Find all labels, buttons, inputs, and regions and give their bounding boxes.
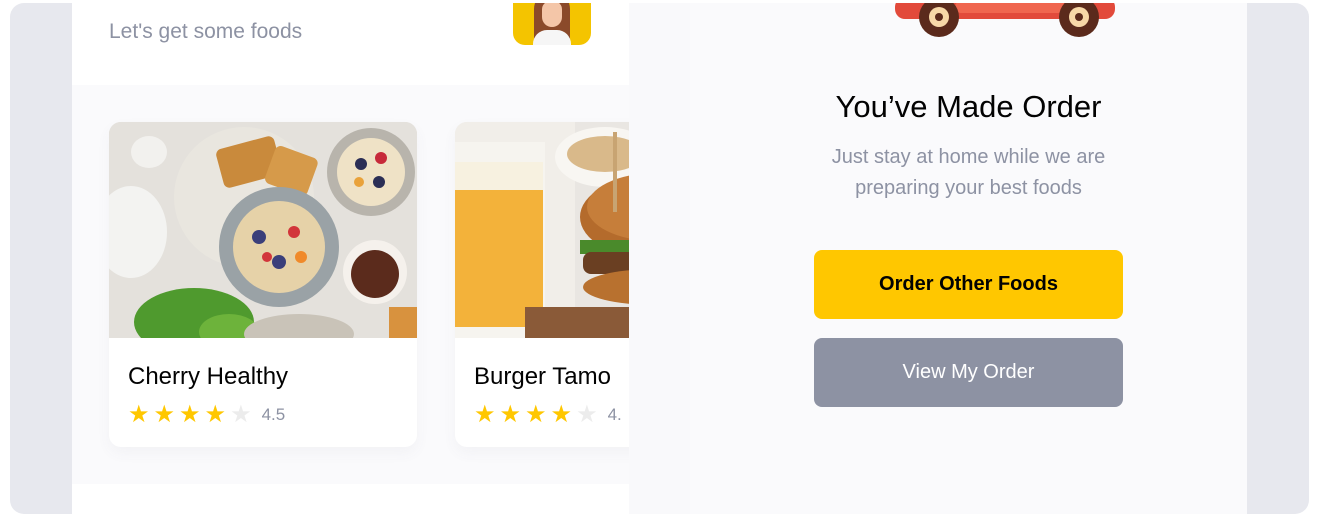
food-image-healthy-bowls [109,122,417,338]
order-success-screen: You’ve Made Order Just stay at home whil… [690,3,1247,514]
avatar-shirt [533,30,571,45]
rating-stars: ★ ★ ★ ★ ★ 4. [474,401,622,429]
star-filled-icon: ★ [499,401,522,428]
food-image-burger-beer [455,122,629,338]
food-card-burger[interactable]: Burger Tamo ★ ★ ★ ★ ★ 4. [455,122,629,447]
star-filled-icon: ★ [525,401,547,428]
delivery-scooter-illustration [895,3,1115,41]
order-success-screen-bg: You’ve Made Order Just stay at home whil… [629,3,1247,514]
star-empty-icon: ★ [576,401,598,428]
avatar-face [542,3,562,27]
order-other-foods-button[interactable]: Order Other Foods [814,250,1123,319]
header-subtitle: Let's get some foods [109,20,303,43]
rating-stars: ★ ★ ★ ★ ★ 4.5 [128,401,285,429]
star-filled-icon: ★ [153,401,176,428]
user-avatar[interactable] [513,3,591,45]
star-filled-icon: ★ [204,401,227,428]
star-filled-icon: ★ [550,401,573,428]
rating-value: 4. [607,405,622,424]
star-filled-icon: ★ [474,401,496,428]
order-message: Just stay at home while we are preparing… [831,146,1106,199]
canvas-frame: Let's get some foods Cherry Healthy ★ ★ … [10,3,1309,514]
star-empty-icon: ★ [230,401,252,428]
star-filled-icon: ★ [179,401,201,428]
home-header: Let's get some foods [72,3,629,85]
home-bottom-bar [72,484,629,514]
food-name: Cherry Healthy [128,363,289,390]
rating-value: 4.5 [261,405,286,424]
star-filled-icon: ★ [128,401,150,428]
view-my-order-button[interactable]: View My Order [814,338,1123,407]
order-title: You’ve Made Order [835,89,1102,124]
food-name: Burger Tamo [474,363,611,390]
home-screen: Let's get some foods Cherry Healthy ★ ★ … [72,3,629,514]
food-card-cherry-healthy[interactable]: Cherry Healthy ★ ★ ★ ★ ★ 4.5 [109,122,417,447]
